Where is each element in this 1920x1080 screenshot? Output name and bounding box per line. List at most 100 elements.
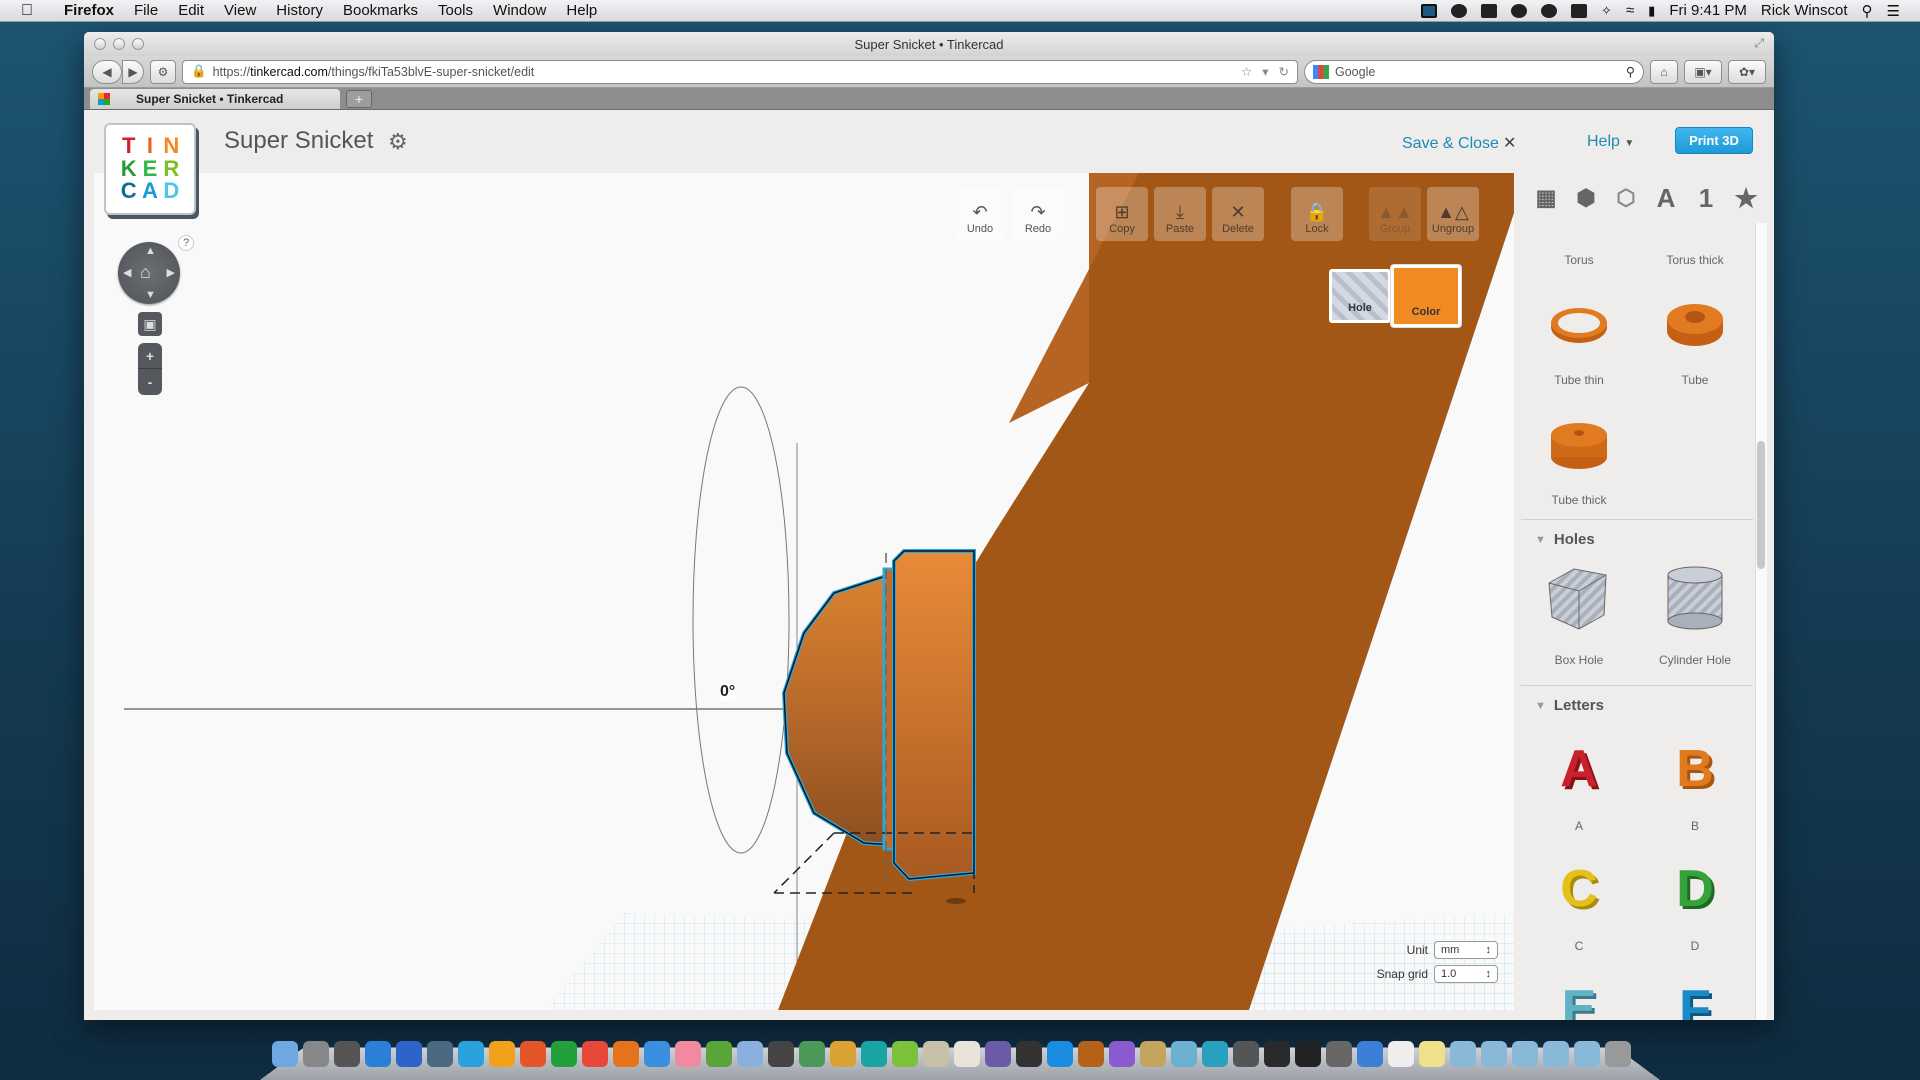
dock-icon-remote-desktop[interactable] [1171,1041,1197,1067]
dock-icon-reminders[interactable] [1388,1041,1414,1067]
shape-letter-b[interactable]: BB [1637,725,1753,845]
print-3d-button[interactable]: Print 3D [1675,127,1753,154]
section-letters-header[interactable]: ▼ Letters [1521,685,1753,725]
design-title[interactable]: Super Snicket [224,127,373,155]
paste-button[interactable]: ⤓ Paste [1154,187,1206,241]
user-name[interactable]: Rick Winscot [1761,2,1848,19]
shape-torus-thick[interactable]: Torus thick [1637,223,1753,279]
fullscreen-icon[interactable]: ⤢ [1754,36,1764,51]
scrollbar-thumb[interactable] [1757,441,1765,569]
apple-menu-icon[interactable]:  [0,2,54,20]
hole-cube-icon[interactable]: ⬡ [1611,185,1641,211]
battery-icon[interactable]: ▮ [1648,3,1655,19]
dock-icon-sublime[interactable] [1078,1041,1104,1067]
dock-icon-bbedit[interactable] [985,1041,1011,1067]
dock-icon-flow[interactable] [1047,1041,1073,1067]
dock-icon-meld[interactable] [830,1041,856,1067]
tab-super-snicket[interactable]: Super Snicket • Tinkercad [90,89,340,109]
cloud-icon[interactable] [1511,3,1528,18]
dock-icon-finder[interactable] [272,1041,298,1067]
delete-button[interactable]: ✕ Delete [1212,187,1264,241]
menu-history[interactable]: History [266,2,333,19]
orbit-down-icon[interactable]: ▼ [145,289,156,301]
menu-edit[interactable]: Edit [168,2,214,19]
cap-shape[interactable] [892,549,976,882]
lock-button[interactable]: 🔒 Lock [1291,187,1343,241]
view-help-button[interactable]: ? [178,235,194,251]
menu-view[interactable]: View [214,2,266,19]
home-view-icon[interactable]: ⌂ [140,262,151,283]
dock-icon-word[interactable] [458,1041,484,1067]
dock-icon-photo-booth[interactable] [768,1041,794,1067]
shape-box-hole[interactable]: Box Hole [1521,559,1637,679]
dock-icon-itunes[interactable] [396,1041,422,1067]
site-identity-button[interactable]: ⚙ [150,59,176,84]
shape-torus[interactable]: Torus [1521,223,1637,279]
design-settings-gear-icon[interactable]: ⚙ [388,129,408,155]
bookmarks-menu-button[interactable]: ▣▾ [1684,59,1722,84]
dock-icon-xcode[interactable] [1357,1041,1383,1067]
dock-icon-launchpad[interactable] [303,1041,329,1067]
cube-icon[interactable]: ⬢ [1571,185,1601,211]
dock-icon-filebot[interactable] [1016,1041,1042,1067]
dock-icon-fuse[interactable] [892,1041,918,1067]
dome-shape[interactable] [781,572,897,848]
spotlight-icon[interactable]: ⚲ [1862,2,1873,20]
menu-window[interactable]: Window [483,2,556,19]
dock-icon-script-editor[interactable] [954,1041,980,1067]
menu-tools[interactable]: Tools [428,2,483,19]
home-button[interactable]: ⌂ [1650,59,1678,84]
url-dropdown-icon[interactable]: ▾ [1262,64,1268,79]
dock-icon-documents[interactable] [1481,1041,1507,1067]
shape-cylinder-hole[interactable]: Cylinder Hole [1637,559,1753,679]
shape-letter-d[interactable]: DD [1637,845,1753,965]
dock-icon-disk-utility[interactable] [427,1041,453,1067]
menu-help[interactable]: Help [556,2,607,19]
dock-icon-applications[interactable] [1450,1041,1476,1067]
dock-icon-downloads[interactable] [1512,1041,1538,1067]
shape-tube-thin[interactable]: Tube thin [1521,279,1637,399]
drag-handle[interactable] [946,898,966,904]
3d-scene[interactable] [94,173,1514,1010]
new-tab-button[interactable]: + [346,90,372,108]
section-holes-header[interactable]: ▼ Holes [1521,519,1753,559]
ungroup-button[interactable]: ▲△ Ungroup [1427,187,1479,241]
drive-icon[interactable] [1571,3,1588,18]
dock-icon-compressor[interactable] [1326,1041,1352,1067]
sidebar-scrollbar[interactable] [1755,223,1767,1020]
menu-app-firefox[interactable]: Firefox [54,2,124,19]
tinkercad-logo[interactable]: TIN KERCAD [104,123,196,215]
dock-icon-cyberduck[interactable] [706,1041,732,1067]
search-box[interactable]: Google ⚲ [1304,59,1644,84]
shape-letter-e[interactable]: E [1521,965,1637,1020]
rotation-ring[interactable] [692,386,790,854]
menu-bookmarks[interactable]: Bookmarks [333,2,428,19]
star-icon[interactable]: ★ [1731,183,1761,214]
search-icon[interactable]: ⚲ [1626,64,1635,79]
dock-icon-preview[interactable] [737,1041,763,1067]
dock-icon-transmit[interactable] [1140,1041,1166,1067]
dock-icon-mission-control[interactable] [334,1041,360,1067]
group-button[interactable]: ▲▲ Group [1369,187,1421,241]
shape-letter-f[interactable]: F [1637,965,1753,1020]
dock-icon-outlook[interactable] [489,1041,515,1067]
reload-icon[interactable]: ↻ [1279,64,1289,79]
shape-letter-c[interactable]: CC [1521,845,1637,965]
dock-icon-notes[interactable] [1419,1041,1445,1067]
dock-icon-chrome[interactable] [582,1041,608,1067]
dock-icon-safari[interactable] [644,1041,670,1067]
color-swatch-button[interactable]: Color [1391,265,1461,327]
number-one-icon[interactable]: 1 [1691,183,1721,214]
3d-workplane-viewport[interactable]: 0° ▲ ▼ ◀ ▶ ⌂ ? ▣ + - ↶ Undo ↷ Redo ⊞ Copy ⤓… [94,173,1514,1010]
forward-button[interactable]: ▶ [122,59,144,84]
undo-button[interactable]: ↶ Undo [954,187,1006,241]
copy-button[interactable]: ⊞ Copy [1096,187,1148,241]
back-button[interactable]: ◀ [92,59,122,84]
grid-icon[interactable]: ▦ [1531,185,1561,211]
unit-select[interactable]: mm ↕ [1434,941,1498,959]
dock-icon-mirror[interactable] [1202,1041,1228,1067]
dock-icon-app-store[interactable] [365,1041,391,1067]
hole-swatch-button[interactable]: Hole [1329,269,1391,323]
display-icon[interactable] [1421,3,1438,18]
dock-icon-stack[interactable] [1543,1041,1569,1067]
